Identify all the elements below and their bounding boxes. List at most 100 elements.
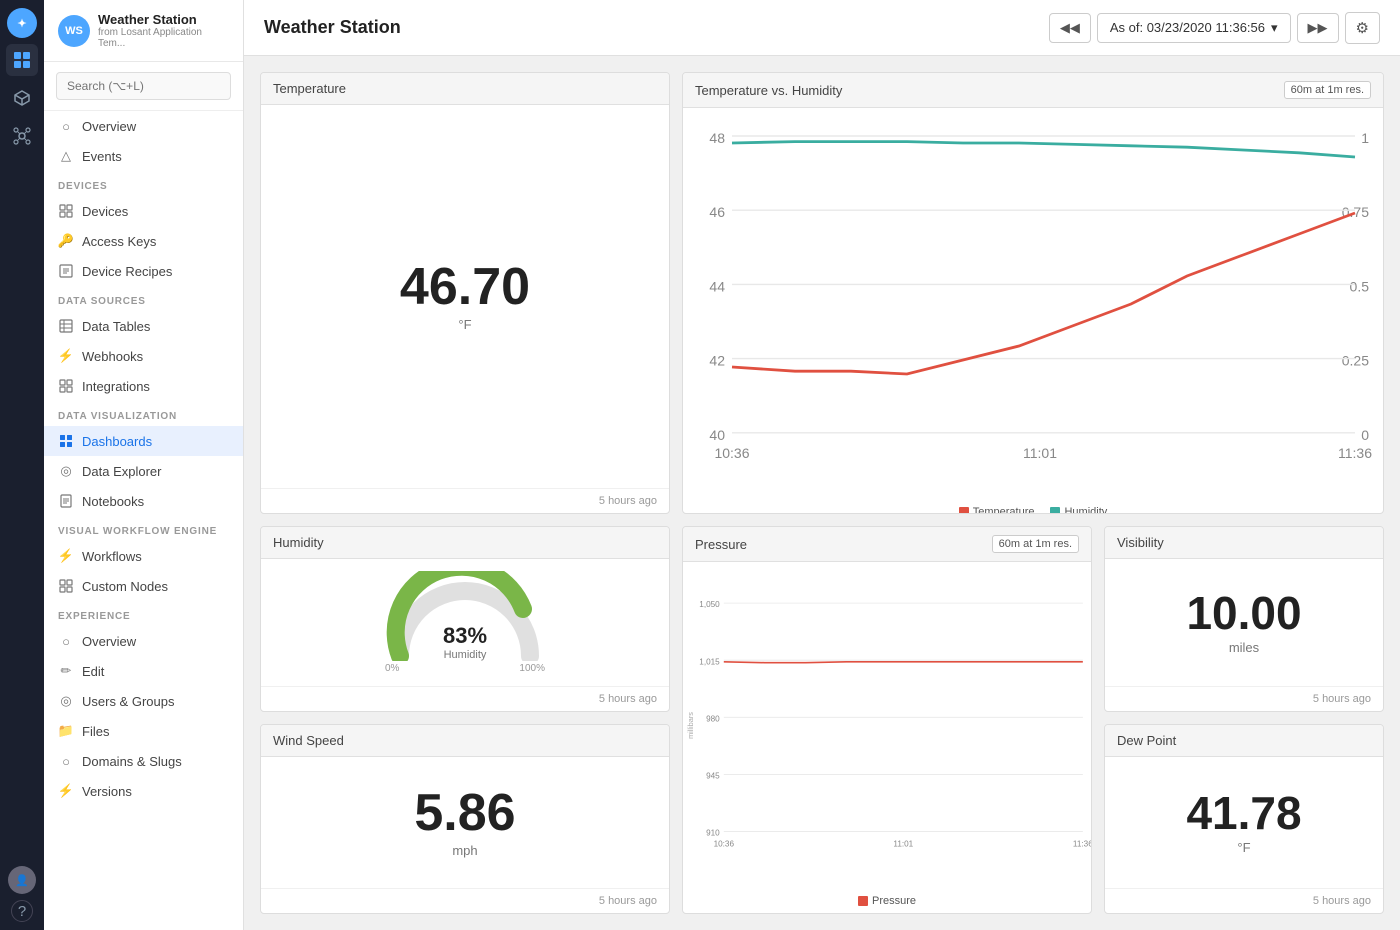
events-icon: △ (58, 148, 74, 164)
svg-text:48: 48 (709, 130, 725, 146)
sidebar-item-edit[interactable]: ✏ Edit (44, 656, 243, 686)
prev-time-button[interactable]: ◀◀ (1049, 13, 1091, 43)
svg-text:910: 910 (706, 829, 720, 838)
svg-text:40: 40 (709, 427, 725, 443)
settings-button[interactable]: ⚙ (1345, 12, 1380, 44)
sidebar-item-label: Devices (82, 204, 128, 219)
help-icon[interactable]: ? (11, 900, 33, 922)
domains-slugs-icon: ○ (58, 753, 74, 769)
sidebar-item-files[interactable]: 📁 Files (44, 716, 243, 746)
dewpoint-unit: °F (1237, 840, 1250, 855)
sidebar: WS Weather Station from Losant Applicati… (44, 0, 244, 930)
sidebar-item-custom-nodes[interactable]: Custom Nodes (44, 571, 243, 601)
svg-text:11:01: 11:01 (1023, 445, 1057, 461)
sidebar-item-data-tables[interactable]: Data Tables (44, 311, 243, 341)
widget-visibility-footer: 5 hours ago (1105, 686, 1383, 711)
wind-unit: mph (452, 843, 477, 858)
connections-icon[interactable] (6, 120, 38, 152)
sidebar-item-access-keys[interactable]: 🔑 Access Keys (44, 226, 243, 256)
data-tables-icon (58, 318, 74, 334)
widget-dewpoint-header: Dew Point (1105, 725, 1383, 757)
app-subtitle: from Losant Application Tem... (98, 27, 229, 49)
pressure-chart-legend: Pressure (683, 889, 1091, 913)
notebooks-icon (58, 493, 74, 509)
sidebar-item-exp-overview[interactable]: ○ Overview (44, 626, 243, 656)
sidebar-item-notebooks[interactable]: Notebooks (44, 486, 243, 516)
sidebar-item-label: Overview (82, 634, 136, 649)
legend-humidity: Humidity (1050, 506, 1107, 514)
sidebar-item-label: Domains & Slugs (82, 754, 182, 769)
sidebar-item-integrations[interactable]: Integrations (44, 371, 243, 401)
gauge-center-label: 83% Humidity (443, 623, 487, 661)
avatar[interactable]: 👤 (8, 866, 36, 894)
sidebar-item-versions[interactable]: ⚡ Versions (44, 776, 243, 806)
humidity-legend-label: Humidity (1064, 506, 1107, 514)
widget-wind: Wind Speed 5.86 mph 5 hours ago (260, 724, 670, 914)
dashboard-icon[interactable] (6, 44, 38, 76)
devices-icon (58, 203, 74, 219)
webhooks-icon: ⚡ (58, 348, 74, 364)
sidebar-item-label: Integrations (82, 379, 150, 394)
next-time-button[interactable]: ▶▶ (1297, 13, 1339, 43)
widget-wind-body: 5.86 mph (261, 757, 669, 888)
widget-pressure-chart-header: Pressure 60m at 1m res. (683, 527, 1091, 562)
sidebar-item-label: Users & Groups (82, 694, 174, 709)
search-container (44, 62, 243, 111)
widget-pressure-chart: Pressure 60m at 1m res. millibars 1,050 … (682, 526, 1092, 914)
sidebar-item-events[interactable]: △ Events (44, 141, 243, 171)
widget-visibility: Visibility 10.00 miles 5 hours ago (1104, 526, 1384, 712)
widget-humidity-title: Humidity (273, 535, 324, 550)
gauge-min-label: 0% (385, 663, 399, 674)
app-logo[interactable]: ✦ (7, 8, 37, 38)
sidebar-item-label: Notebooks (82, 494, 144, 509)
widget-humidity-body: 83% Humidity 0% 100% (261, 559, 669, 686)
widget-temp-humidity-body: 48 46 44 42 40 1 0.75 0.5 0.25 0 (683, 108, 1383, 514)
widget-temp-humidity: Temperature vs. Humidity 60m at 1m res. … (682, 72, 1384, 514)
temp-humidity-res-badge: 60m at 1m res. (1284, 81, 1371, 99)
section-experience: EXPERIENCE (44, 601, 243, 626)
sidebar-item-device-recipes[interactable]: Device Recipes (44, 256, 243, 286)
widget-temp-humidity-header: Temperature vs. Humidity 60m at 1m res. (683, 73, 1383, 108)
svg-text:44: 44 (709, 278, 725, 294)
access-keys-icon: 🔑 (58, 233, 74, 249)
svg-text:0.25: 0.25 (1342, 353, 1369, 369)
temperature-legend-label: Temperature (973, 506, 1035, 514)
integrations-icon (58, 378, 74, 394)
sidebar-item-label: Webhooks (82, 349, 143, 364)
sidebar-item-workflows[interactable]: ⚡ Workflows (44, 541, 243, 571)
widget-temperature: Temperature 46.70 °F 5 hours ago (260, 72, 670, 514)
datetime-selector[interactable]: As of: 03/23/2020 11:36:56 ▾ (1097, 13, 1291, 43)
cube-icon[interactable] (6, 82, 38, 114)
sidebar-item-label: Access Keys (82, 234, 156, 249)
sidebar-item-users-groups[interactable]: ◎ Users & Groups (44, 686, 243, 716)
sidebar-item-label: Dashboards (82, 434, 152, 449)
visibility-value: 10.00 (1186, 590, 1301, 636)
sidebar-item-webhooks[interactable]: ⚡ Webhooks (44, 341, 243, 371)
sidebar-item-overview[interactable]: ○ Overview (44, 111, 243, 141)
app-icon: WS (58, 15, 90, 47)
sidebar-item-label: Versions (82, 784, 132, 799)
sidebar-item-domains-slugs[interactable]: ○ Domains & Slugs (44, 746, 243, 776)
datetime-chevron-icon: ▾ (1271, 20, 1278, 36)
search-input[interactable] (56, 72, 231, 100)
exp-overview-icon: ○ (58, 633, 74, 649)
sidebar-item-data-explorer[interactable]: ◎ Data Explorer (44, 456, 243, 486)
sidebar-item-label: Files (82, 724, 109, 739)
widget-visibility-header: Visibility (1105, 527, 1383, 559)
pressure-chart-svg: millibars 1,050 1,015 980 945 910 10:36 … (683, 562, 1091, 889)
sidebar-item-devices[interactable]: Devices (44, 196, 243, 226)
widget-dewpoint-footer: 5 hours ago (1105, 888, 1383, 913)
header-controls: ◀◀ As of: 03/23/2020 11:36:56 ▾ ▶▶ ⚙ (1049, 12, 1380, 44)
temperature-value: 46.70 (400, 261, 530, 313)
sidebar-item-label: Overview (82, 119, 136, 134)
svg-text:42: 42 (709, 353, 725, 369)
files-icon: 📁 (58, 723, 74, 739)
pressure-chart-res-badge: 60m at 1m res. (992, 535, 1079, 553)
gauge-sublabel: Humidity (443, 649, 487, 661)
section-workflow: VISUAL WORKFLOW ENGINE (44, 516, 243, 541)
widget-temperature-footer: 5 hours ago (261, 488, 669, 513)
dashboard: Temperature 46.70 °F 5 hours ago Tempera… (244, 56, 1400, 930)
overview-icon: ○ (58, 118, 74, 134)
svg-text:11:36: 11:36 (1073, 839, 1091, 848)
sidebar-item-dashboards[interactable]: Dashboards (44, 426, 243, 456)
